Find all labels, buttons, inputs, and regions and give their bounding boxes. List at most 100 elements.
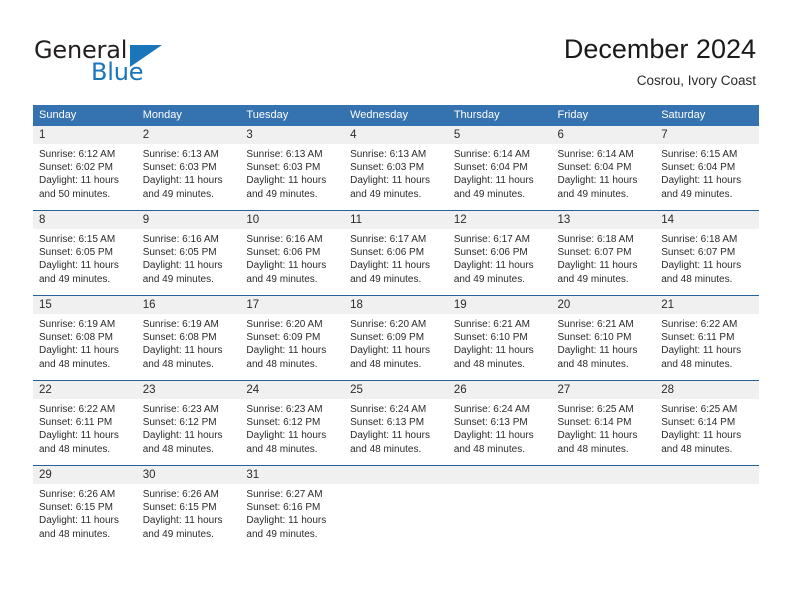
daylight-duration-line2: and 49 minutes. bbox=[350, 273, 422, 285]
day-cell-content: 4 Sunrise: 6:13 AM Sunset: 6:03 PM Daylight… bbox=[344, 126, 448, 210]
day-details: Sunrise: 6:18 AM Sunset: 6:07 PM Daylight:… bbox=[655, 229, 759, 286]
day-number: 3 bbox=[240, 126, 345, 144]
calendar-day-cell[interactable]: 30 Sunrise: 6:26 AM Sunset: 6:15 PM Dayligh… bbox=[136, 465, 241, 550]
calendar-day-cell[interactable]: 13 Sunrise: 6:18 AM Sunset: 6:07 PM Dayligh… bbox=[551, 210, 656, 296]
daylight-duration-line1: Daylight: 11 hours bbox=[142, 515, 223, 527]
daylight-duration-line2: and 48 minutes. bbox=[142, 443, 214, 455]
calendar-day-cell[interactable]: 24 Sunrise: 6:23 AM Sunset: 6:12 PM Dayligh… bbox=[240, 380, 345, 466]
day-details: Sunrise: 6:22 AM Sunset: 6:11 PM Daylight:… bbox=[655, 314, 759, 371]
calendar-day-cell[interactable] bbox=[551, 465, 656, 550]
calendar-day-cell[interactable]: 16 Sunrise: 6:19 AM Sunset: 6:08 PM Dayligh… bbox=[136, 295, 241, 381]
calendar-day-cell[interactable]: 17 Sunrise: 6:20 AM Sunset: 6:09 PM Dayligh… bbox=[240, 295, 345, 381]
calendar-day-cell[interactable]: 18 Sunrise: 6:20 AM Sunset: 6:09 PM Dayligh… bbox=[344, 295, 448, 381]
calendar-day-cell[interactable]: 9 Sunrise: 6:16 AM Sunset: 6:05 PM Daylight… bbox=[136, 210, 241, 296]
calendar-day-cell[interactable] bbox=[655, 465, 759, 550]
daylight-duration-line2: and 48 minutes. bbox=[39, 443, 111, 455]
daylight-duration-line1: Daylight: 11 hours bbox=[246, 345, 327, 357]
sunset-time: Sunset: 6:11 PM bbox=[39, 417, 113, 429]
weekday-header-thursday: Thursday bbox=[447, 105, 552, 126]
daylight-duration-line1: Daylight: 11 hours bbox=[661, 175, 742, 187]
day-number bbox=[344, 466, 448, 484]
daylight-duration-line1: Daylight: 11 hours bbox=[350, 430, 430, 442]
calendar-day-cell[interactable]: 5 Sunrise: 6:14 AM Sunset: 6:04 PM Daylight… bbox=[447, 126, 552, 211]
day-number: 11 bbox=[344, 211, 448, 229]
calendar-day-cell[interactable]: 4 Sunrise: 6:13 AM Sunset: 6:03 PM Daylight… bbox=[344, 126, 448, 211]
day-number: 17 bbox=[240, 296, 345, 314]
sunset-time: Sunset: 6:03 PM bbox=[350, 162, 425, 174]
calendar-day-cell[interactable]: 3 Sunrise: 6:13 AM Sunset: 6:03 PM Daylight… bbox=[240, 126, 345, 211]
calendar-day-cell[interactable]: 31 Sunrise: 6:27 AM Sunset: 6:16 PM Dayligh… bbox=[240, 465, 345, 550]
calendar-week-row: 15 Sunrise: 6:19 AM Sunset: 6:08 PM Dayligh… bbox=[33, 295, 759, 381]
calendar-day-cell[interactable]: 19 Sunrise: 6:21 AM Sunset: 6:10 PM Dayligh… bbox=[447, 295, 552, 381]
day-number: 21 bbox=[655, 296, 759, 314]
day-cell-content bbox=[447, 466, 552, 550]
calendar-day-cell[interactable]: 2 Sunrise: 6:13 AM Sunset: 6:03 PM Daylight… bbox=[136, 126, 241, 211]
sunset-time: Sunset: 6:10 PM bbox=[557, 332, 632, 344]
daylight-duration-line1: Daylight: 11 hours bbox=[350, 260, 430, 272]
sunset-time: Sunset: 6:03 PM bbox=[246, 162, 321, 174]
calendar-day-cell[interactable]: 11 Sunrise: 6:17 AM Sunset: 6:06 PM Dayligh… bbox=[344, 210, 448, 296]
brand-logo[interactable]: General Blue bbox=[34, 36, 254, 92]
day-cell-content: 30 Sunrise: 6:26 AM Sunset: 6:15 PM Dayligh… bbox=[136, 466, 241, 550]
calendar-day-cell[interactable] bbox=[447, 465, 552, 550]
day-details: Sunrise: 6:21 AM Sunset: 6:10 PM Daylight:… bbox=[552, 314, 656, 371]
calendar-day-cell[interactable]: 6 Sunrise: 6:14 AM Sunset: 6:04 PM Daylight… bbox=[551, 126, 656, 211]
calendar-day-cell[interactable]: 10 Sunrise: 6:16 AM Sunset: 6:06 PM Dayligh… bbox=[240, 210, 345, 296]
calendar-day-cell[interactable]: 20 Sunrise: 6:21 AM Sunset: 6:10 PM Dayligh… bbox=[551, 295, 656, 381]
day-details: Sunrise: 6:14 AM Sunset: 6:04 PM Daylight:… bbox=[552, 144, 656, 201]
page-subtitle: Cosrou, Ivory Coast bbox=[636, 73, 756, 88]
day-cell-content: 31 Sunrise: 6:27 AM Sunset: 6:16 PM Dayligh… bbox=[240, 466, 345, 550]
sunset-time: Sunset: 6:05 PM bbox=[39, 247, 113, 259]
sunset-time: Sunset: 6:13 PM bbox=[453, 417, 528, 429]
calendar-day-cell[interactable]: 14 Sunrise: 6:18 AM Sunset: 6:07 PM Dayligh… bbox=[655, 210, 759, 296]
day-number: 28 bbox=[655, 381, 759, 399]
weekday-header-saturday: Saturday bbox=[655, 105, 759, 126]
calendar-page: General Blue December 2024 Cosrou, Ivory… bbox=[0, 0, 792, 612]
weekday-header-friday: Friday bbox=[551, 105, 656, 126]
calendar-day-cell[interactable]: 28 Sunrise: 6:25 AM Sunset: 6:14 PM Dayligh… bbox=[655, 380, 759, 466]
calendar-day-cell[interactable]: 15 Sunrise: 6:19 AM Sunset: 6:08 PM Dayligh… bbox=[33, 295, 137, 381]
day-details: Sunrise: 6:22 AM Sunset: 6:11 PM Daylight:… bbox=[33, 399, 137, 456]
calendar-day-cell[interactable]: 26 Sunrise: 6:24 AM Sunset: 6:13 PM Dayligh… bbox=[447, 380, 552, 466]
weekday-header-monday: Monday bbox=[136, 105, 241, 126]
day-cell-content: 8 Sunrise: 6:15 AM Sunset: 6:05 PM Daylight… bbox=[33, 211, 137, 295]
day-number: 29 bbox=[33, 466, 137, 484]
calendar-day-cell[interactable]: 27 Sunrise: 6:25 AM Sunset: 6:14 PM Dayligh… bbox=[551, 380, 656, 466]
sunrise-time: Sunrise: 6:24 AM bbox=[453, 404, 530, 415]
day-number: 2 bbox=[136, 126, 241, 144]
calendar-day-cell[interactable]: 22 Sunrise: 6:22 AM Sunset: 6:11 PM Dayligh… bbox=[33, 380, 137, 466]
sunset-time: Sunset: 6:02 PM bbox=[39, 162, 113, 174]
page-header: General Blue December 2024 Cosrou, Ivory… bbox=[0, 0, 792, 104]
sunrise-time: Sunrise: 6:12 AM bbox=[39, 149, 116, 160]
day-details: Sunrise: 6:27 AM Sunset: 6:16 PM Daylight:… bbox=[240, 484, 344, 541]
sunrise-time: Sunrise: 6:20 AM bbox=[350, 319, 427, 330]
calendar-day-cell[interactable]: 7 Sunrise: 6:15 AM Sunset: 6:04 PM Daylight… bbox=[655, 126, 759, 211]
day-details bbox=[655, 484, 759, 488]
day-number: 10 bbox=[240, 211, 345, 229]
daylight-duration-line2: and 49 minutes. bbox=[453, 273, 525, 285]
calendar-week-row: 22 Sunrise: 6:22 AM Sunset: 6:11 PM Dayligh… bbox=[33, 380, 759, 466]
daylight-duration-line1: Daylight: 11 hours bbox=[453, 175, 534, 187]
day-details: Sunrise: 6:14 AM Sunset: 6:04 PM Daylight:… bbox=[448, 144, 552, 201]
day-number: 18 bbox=[344, 296, 448, 314]
daylight-duration-line2: and 49 minutes. bbox=[246, 188, 318, 200]
calendar-day-cell[interactable]: 8 Sunrise: 6:15 AM Sunset: 6:05 PM Daylight… bbox=[33, 210, 137, 296]
day-number bbox=[551, 466, 656, 484]
daylight-duration-line2: and 49 minutes. bbox=[557, 188, 629, 200]
sunrise-time: Sunrise: 6:21 AM bbox=[453, 319, 530, 330]
calendar-day-cell[interactable]: 1 Sunrise: 6:12 AM Sunset: 6:02 PM Daylight… bbox=[33, 126, 137, 211]
sunrise-time: Sunrise: 6:26 AM bbox=[39, 489, 116, 500]
daylight-duration-line1: Daylight: 11 hours bbox=[39, 175, 119, 187]
calendar-day-cell[interactable]: 29 Sunrise: 6:26 AM Sunset: 6:15 PM Dayligh… bbox=[33, 465, 137, 550]
day-cell-content: 13 Sunrise: 6:18 AM Sunset: 6:07 PM Dayligh… bbox=[551, 211, 656, 295]
calendar-day-cell[interactable]: 23 Sunrise: 6:23 AM Sunset: 6:12 PM Dayligh… bbox=[136, 380, 241, 466]
calendar-day-cell[interactable] bbox=[344, 465, 448, 550]
sunset-time: Sunset: 6:11 PM bbox=[661, 332, 735, 344]
calendar-day-cell[interactable]: 12 Sunrise: 6:17 AM Sunset: 6:06 PM Dayligh… bbox=[447, 210, 552, 296]
calendar-day-cell[interactable]: 21 Sunrise: 6:22 AM Sunset: 6:11 PM Dayligh… bbox=[655, 295, 759, 381]
calendar-day-cell[interactable]: 25 Sunrise: 6:24 AM Sunset: 6:13 PM Dayligh… bbox=[344, 380, 448, 466]
daylight-duration-line2: and 49 minutes. bbox=[39, 273, 111, 285]
calendar-table: Sunday Monday Tuesday Wednesday Thursday… bbox=[33, 105, 759, 550]
daylight-duration-line1: Daylight: 11 hours bbox=[453, 430, 534, 442]
day-cell-content: 29 Sunrise: 6:26 AM Sunset: 6:15 PM Dayligh… bbox=[33, 466, 137, 550]
